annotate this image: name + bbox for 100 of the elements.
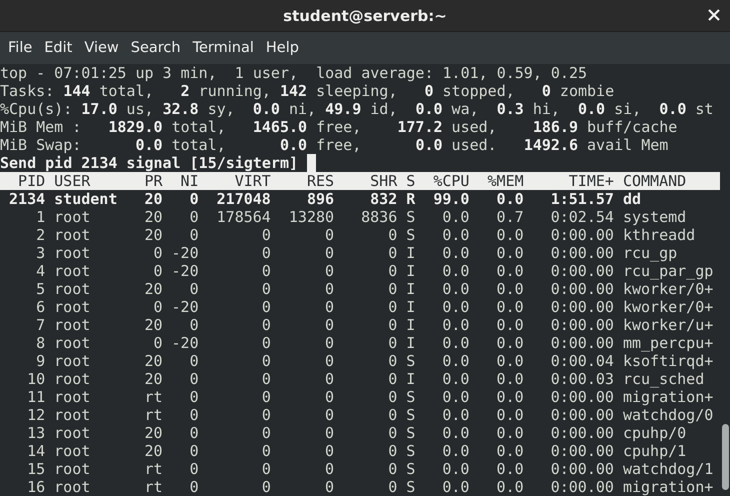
menu-item[interactable]: Terminal bbox=[186, 40, 260, 56]
table-cell-text: 0.0 bbox=[441, 316, 470, 334]
table-cell-text: student bbox=[54, 190, 118, 208]
table-cell-text: rt bbox=[143, 406, 162, 424]
table-cell-text: -20 bbox=[170, 262, 199, 280]
table-cell-text: S bbox=[405, 424, 416, 442]
table-cell-text: 0 bbox=[188, 370, 199, 388]
table-cell-text: 0.0 bbox=[496, 244, 524, 262]
table-cell-text: 0.7 bbox=[496, 208, 524, 226]
table-cell-text: 0 bbox=[387, 406, 398, 424]
table-cell: mm_percpu+ bbox=[622, 334, 714, 352]
table-cell-text: 0 bbox=[387, 280, 398, 298]
table-cell-text: 0 bbox=[387, 352, 398, 370]
table-cell-text: S bbox=[405, 226, 416, 244]
table-cell-text: 0 bbox=[188, 208, 199, 226]
table-cell-text: 20 bbox=[143, 370, 162, 388]
table-cell-text: 0 bbox=[260, 316, 271, 334]
table-cell-text: 0.0 bbox=[496, 334, 524, 352]
table-cell-text: 0 bbox=[387, 478, 398, 496]
table-cell-text: I bbox=[405, 262, 416, 280]
table-cell-text: root bbox=[54, 478, 92, 496]
table-cell: rcu_gp bbox=[622, 244, 678, 262]
table-cell-text: 20 bbox=[143, 190, 162, 208]
summary-line: %Cpu(s): 17.0 us, 32.8 sy, 0.0 ni, 49.9 id, 0.0 wa, 0.3 hi, 0.0 si, 0.0 st bbox=[0, 100, 714, 118]
table-cell-text: 0 bbox=[260, 298, 271, 316]
table-cell-text: 0 bbox=[324, 442, 334, 460]
column-header: USER bbox=[54, 172, 92, 190]
table-cell-text: 0.0 bbox=[441, 262, 470, 280]
table-cell-text: 0:00.00 bbox=[550, 334, 614, 352]
table-cell-text: 0 bbox=[387, 370, 398, 388]
table-cell-text: 0.0 bbox=[496, 352, 524, 370]
table-cell-text: 0.0 bbox=[441, 244, 470, 262]
table-cell-text: 0.0 bbox=[496, 442, 524, 460]
table-cell-text: 0 bbox=[324, 334, 334, 352]
table-cell-text: 8836 bbox=[360, 208, 398, 226]
table-cell-text: 2134 bbox=[8, 190, 46, 208]
table-cell: rcu_par_gp bbox=[622, 262, 714, 280]
table-cell-text: 0 bbox=[188, 316, 199, 334]
column-header: %CPU bbox=[432, 172, 470, 190]
table-cell-text: 0 bbox=[260, 406, 271, 424]
table-cell-text: I bbox=[405, 316, 416, 334]
table-cell-text: 0:00.03 bbox=[550, 370, 614, 388]
table-cell-text: -20 bbox=[170, 334, 199, 352]
summary-line: MiB Swap: 0.0 total, 0.0 free, 0.0 used. 1492.6 avail Mem bbox=[0, 136, 670, 154]
menu-item[interactable]: View bbox=[78, 40, 125, 56]
menu-item[interactable]: Search bbox=[124, 40, 187, 56]
table-cell-text: 0 bbox=[188, 190, 199, 208]
table-cell-text: 7 bbox=[35, 316, 46, 334]
table-cell-text: root bbox=[54, 406, 92, 424]
table-cell-text: 0 bbox=[387, 424, 398, 442]
table-cell-text: rt bbox=[143, 478, 162, 496]
table-cell-text: 20 bbox=[143, 208, 162, 226]
table-cell-text: 0 bbox=[260, 442, 271, 460]
table-cell-text: 0 bbox=[387, 226, 398, 244]
table-cell-text: S bbox=[405, 388, 416, 406]
table-cell-text: 1:51.57 bbox=[550, 190, 614, 208]
table-cell-text: 0.0 bbox=[441, 226, 470, 244]
table-cell-text: 0 bbox=[387, 442, 398, 460]
table-cell-text: 0 bbox=[188, 388, 199, 406]
table-cell-text: 0 bbox=[260, 244, 271, 262]
table-cell-text: 0 bbox=[387, 460, 398, 478]
table-cell-text: 0:00.00 bbox=[550, 244, 614, 262]
table-cell-text: 0 bbox=[188, 406, 199, 424]
summary-line: MiB Mem : 1829.0 total, 1465.0 free, 177.2 used, 186.9 buff/cache bbox=[0, 118, 678, 136]
scrollbar-thumb[interactable] bbox=[722, 424, 729, 490]
table-cell-text: 16 bbox=[26, 478, 46, 496]
table-cell-text: 0:00.00 bbox=[550, 388, 614, 406]
table-cell-text: 8 bbox=[35, 334, 46, 352]
table-cell-text: 0:02.54 bbox=[550, 208, 614, 226]
table-cell-text: 0.0 bbox=[496, 316, 524, 334]
table-cell-text: 0 bbox=[387, 298, 398, 316]
table-cell-text: 9 bbox=[35, 352, 46, 370]
table-cell-text: 217048 bbox=[216, 190, 271, 208]
menu-item[interactable]: File bbox=[2, 40, 38, 56]
table-cell-text: 0.0 bbox=[441, 370, 470, 388]
table-cell-text: 0 bbox=[324, 226, 334, 244]
column-header: PR bbox=[143, 172, 162, 190]
menu-item[interactable]: Help bbox=[260, 40, 305, 56]
menu-item[interactable]: Edit bbox=[38, 40, 78, 56]
table-cell-text: 0 bbox=[188, 424, 199, 442]
table-cell-text: 20 bbox=[143, 226, 162, 244]
prompt-text: Send pid 2134 signal [15/sigterm] bbox=[0, 154, 298, 172]
table-cell-text: 0:00.00 bbox=[550, 460, 614, 478]
close-icon[interactable] bbox=[708, 9, 720, 21]
table-cell-text: 0 bbox=[324, 406, 334, 424]
table-cell-text: 0 bbox=[260, 262, 271, 280]
column-header: RES bbox=[306, 172, 334, 190]
table-cell: migration+ bbox=[622, 388, 714, 406]
table-cell-text: 0 bbox=[260, 352, 271, 370]
table-cell-text: 0 bbox=[324, 316, 334, 334]
table-cell-text: I bbox=[405, 298, 416, 316]
column-header: TIME+ bbox=[568, 172, 614, 190]
table-cell-text: 0 bbox=[188, 442, 199, 460]
table-cell-text: 0 bbox=[324, 262, 334, 280]
table-cell-text: 0 bbox=[260, 370, 271, 388]
table-cell-text: 0 bbox=[188, 478, 199, 496]
table-cell-text: 0 bbox=[152, 244, 162, 262]
table-cell-text: 0.0 bbox=[441, 406, 470, 424]
table-cell-text: root bbox=[54, 370, 92, 388]
table-cell-text: 20 bbox=[143, 424, 162, 442]
